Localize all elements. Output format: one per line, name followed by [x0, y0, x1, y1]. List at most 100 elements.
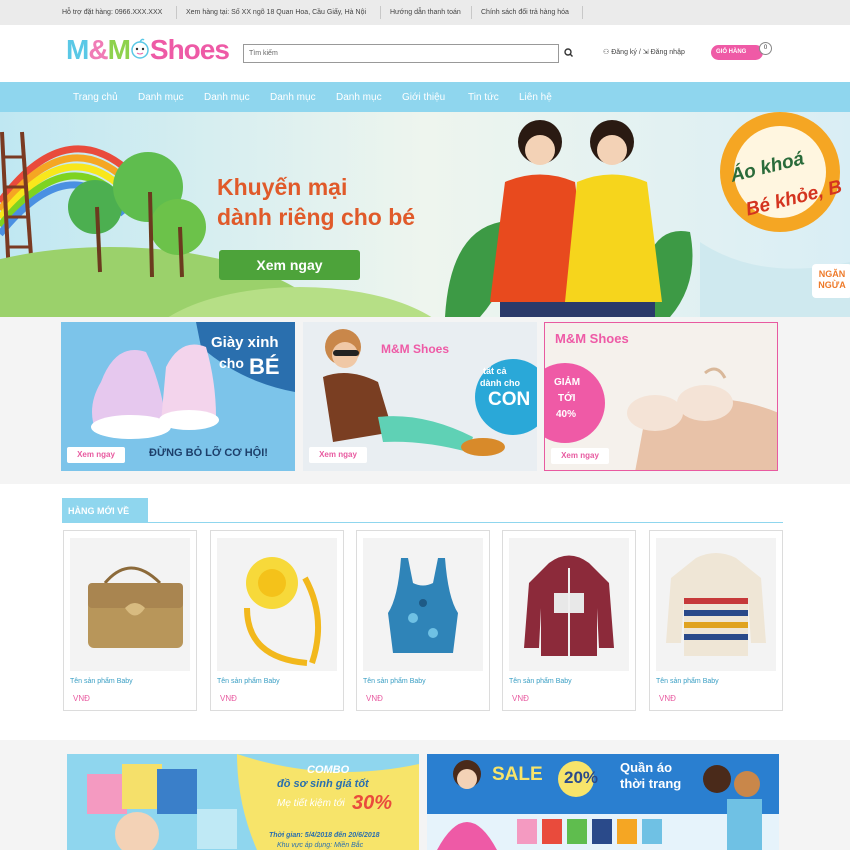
hero-subheadline: dành riêng cho bé	[217, 204, 416, 230]
product-card[interactable]: Tên sản phẩm Baby VNĐ	[649, 530, 783, 711]
handbag-image	[88, 566, 183, 648]
site-logo[interactable]: M&M Shoes	[66, 34, 242, 72]
badge-line: NGỪA	[818, 280, 846, 290]
fashion-kids-illustration	[427, 754, 779, 850]
product-card[interactable]: Tên sản phẩm Baby VNĐ	[356, 530, 490, 711]
divider	[148, 522, 783, 523]
promo-tagline: ĐỪNG BỎ LỠ CƠ HỘI!	[149, 447, 268, 459]
hero-banner[interactable]: Khuyến mại dành riêng cho bé Xem ngay Áo…	[0, 112, 850, 317]
nav-item-category[interactable]: Danh mục	[336, 92, 382, 103]
nav-item-category[interactable]: Danh mục	[138, 92, 184, 103]
logo-letter: M	[107, 34, 131, 65]
product-card[interactable]: Tên sản phẩm Baby VNĐ	[63, 530, 197, 711]
banner-region: Khu vực áp dụng: Miền Bắc	[277, 842, 364, 849]
hero-side-badge: NGĂN NGỪA	[812, 264, 850, 298]
hotline-text: Hỗ trợ đặt hàng: 0966.XXX.XXX	[62, 9, 163, 16]
nav-item-about[interactable]: Giới thiệu	[402, 92, 445, 103]
cart-button[interactable]: GIỎ HÀNG	[711, 45, 763, 60]
combo-newborn-banner[interactable]: COMBO đồ sơ sinh giá tốt Mẹ tiết kiệm tớ…	[67, 754, 419, 850]
search-button[interactable]	[562, 45, 576, 61]
main-nav: Trang chủ Danh mục Danh mục Danh mục Dan…	[0, 82, 850, 112]
promo-view-now-button[interactable]: Xem ngay	[67, 447, 125, 463]
banner-date: Thời gian: 5/4/2018 đến 20/6/2018	[269, 832, 380, 839]
banner-discount: 30%	[352, 792, 393, 814]
promo-logo: M&M Shoes	[381, 342, 450, 356]
hoodie-image	[524, 555, 614, 656]
tank-top-image	[388, 558, 458, 653]
top-info-bar: Hỗ trợ đặt hàng: 0966.XXX.XXX Xem hàng t…	[0, 0, 850, 25]
return-policy-link[interactable]: Chính sách đổi trả hàng hóa	[481, 9, 569, 16]
banner-heading: Quần áo	[620, 760, 673, 775]
promo-heading-large: 40%	[556, 409, 577, 420]
cart-count-badge: 0	[759, 42, 772, 55]
nav-item-contact[interactable]: Liên hệ	[519, 92, 552, 103]
product-name-link[interactable]: Tên sản phẩm Baby	[656, 678, 719, 685]
banner-subheading: đồ sơ sinh giá tốt	[277, 778, 369, 790]
product-name-link[interactable]: Tên sản phẩm Baby	[70, 678, 133, 685]
logo-letter: M	[66, 34, 89, 65]
baby-face-icon	[131, 38, 149, 59]
product-card[interactable]: Tên sản phẩm Baby VNĐ	[502, 530, 636, 711]
promo-heading: Giày xinh	[211, 334, 279, 351]
promo-banner-baby-shoes[interactable]: Giày xinh cho BÉ ĐỪNG BỎ LỠ CƠ HỘI! Xem …	[61, 322, 295, 471]
badge-line: NGĂN	[818, 269, 846, 279]
logo-amp: &	[88, 34, 108, 65]
hero-headline: Khuyến mại	[217, 174, 348, 200]
address-text: Xem hàng tại: Số XX ngõ 18 Quan Hoa, Cầu…	[186, 9, 367, 16]
promo-heading: TỚI	[558, 393, 576, 404]
divider	[176, 6, 177, 19]
sweater-image	[666, 553, 766, 656]
promo-view-now-button[interactable]: Xem ngay	[551, 448, 609, 464]
promo-view-now-button[interactable]: Xem ngay	[309, 447, 367, 463]
fashion-sale-banner[interactable]: SALE 20% Quần áo thời trang	[427, 754, 779, 850]
divider: /	[638, 49, 641, 56]
product-price: VNĐ	[73, 694, 90, 703]
product-price: VNĐ	[659, 694, 676, 703]
nav-item-news[interactable]: Tin tức	[468, 92, 499, 103]
product-price: VNĐ	[366, 694, 383, 703]
logo-word: Shoes	[149, 34, 230, 65]
login-icon: ⇲	[642, 49, 649, 56]
section-title: HÀNG MỚI VỀ	[62, 498, 148, 523]
promo-heading: tất cả	[483, 366, 507, 376]
search-input[interactable]: Tìm kiếm	[243, 44, 559, 63]
site-header: M&M Shoes Tìm kiếm ⚇ Đăng ký / ⇲ Đăng nhậ…	[0, 25, 850, 82]
product-price: VNĐ	[512, 694, 529, 703]
product-name-link[interactable]: Tên sản phẩm Baby	[509, 678, 572, 685]
banner-heading: COMBO	[307, 764, 350, 776]
promo-heading: GIẢM	[554, 377, 581, 388]
product-name-link[interactable]: Tên sản phẩm Baby	[217, 678, 280, 685]
divider	[380, 6, 381, 19]
nav-item-category[interactable]: Danh mục	[204, 92, 250, 103]
promo-banner-discount[interactable]: M&M Shoes GIẢM TỚI 40% Xem ngay	[544, 322, 778, 471]
register-link[interactable]: Đăng ký	[611, 49, 637, 56]
sale-percent: 20%	[564, 768, 599, 787]
divider	[582, 6, 583, 19]
banner-text: Mẹ tiết kiệm tới	[277, 798, 345, 809]
promo-heading-large: BÉ	[249, 354, 280, 379]
product-image[interactable]	[217, 538, 337, 671]
sale-label: SALE	[492, 764, 543, 785]
promo-heading: cho	[219, 355, 244, 371]
divider	[471, 6, 472, 19]
cart-label: GIỎ HÀNG	[716, 49, 747, 55]
hero-view-now-button[interactable]: Xem ngay	[219, 250, 360, 280]
product-image[interactable]	[656, 538, 776, 671]
nav-item-home[interactable]: Trang chủ	[73, 92, 118, 103]
promo-heading-large: CON	[488, 389, 531, 410]
product-image[interactable]	[363, 538, 483, 671]
payment-guide-link[interactable]: Hướng dẫn thanh toán	[390, 9, 461, 16]
promo-heading: dành cho	[480, 378, 520, 388]
account-links: ⚇ Đăng ký / ⇲ Đăng nhập	[603, 48, 685, 56]
user-plus-icon: ⚇	[603, 49, 610, 56]
product-price: VNĐ	[220, 694, 237, 703]
product-card[interactable]: Tên sản phẩm Baby VNĐ	[210, 530, 344, 711]
promo-banner-all-for-kids[interactable]: M&M Shoes tất cả dành cho CON Xem ngay	[303, 322, 537, 471]
product-image[interactable]	[70, 538, 190, 671]
product-name-link[interactable]: Tên sản phẩm Baby	[363, 678, 426, 685]
product-image[interactable]	[509, 538, 629, 671]
nav-item-category[interactable]: Danh mục	[270, 92, 316, 103]
login-link[interactable]: Đăng nhập	[651, 49, 685, 56]
banner-subheading: thời trang	[620, 776, 682, 791]
hero-illustration	[0, 112, 850, 317]
